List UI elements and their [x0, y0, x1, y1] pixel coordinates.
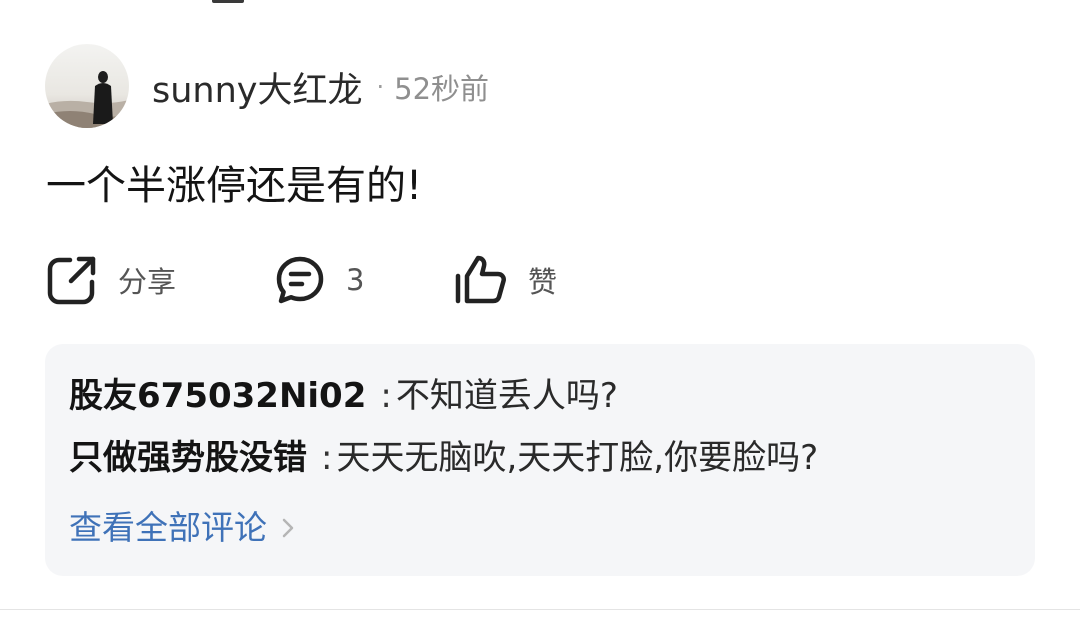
section-divider	[0, 609, 1080, 610]
commenter-name[interactable]: 只做强势股没错	[69, 436, 307, 480]
comment-item[interactable]: 只做强势股没错 : 天天无脑吹,天天打脸,你要脸吗?	[69, 436, 818, 480]
author-avatar[interactable]	[45, 44, 129, 128]
author-name[interactable]: sunny大红龙	[152, 62, 363, 113]
comment-colon: :	[321, 438, 333, 478]
post-meta: sunny大红龙 · 52秒前	[152, 62, 489, 112]
top-edge-fragment	[212, 0, 244, 3]
comment-item[interactable]: 股友675032Ni02 : 不知道丢人吗?	[69, 374, 618, 418]
comment-text: 不知道丢人吗?	[395, 376, 618, 416]
comment-text: 天天无脑吹,天天打脸,你要脸吗?	[336, 438, 819, 478]
commenter-name[interactable]: 股友675032Ni02	[69, 374, 366, 418]
share-label: 分享	[118, 265, 177, 299]
meta-separator: ·	[376, 73, 385, 101]
comments-preview: 股友675032Ni02 : 不知道丢人吗? 只做强势股没错 : 天天无脑吹,天…	[45, 344, 1035, 576]
comment-colon: :	[380, 376, 392, 416]
post-body[interactable]: 一个半涨停还是有的!	[46, 158, 422, 214]
comment-button[interactable]: 3	[274, 250, 364, 310]
like-label: 赞	[528, 265, 558, 299]
avatar-image	[45, 44, 129, 128]
comment-bubble-icon	[274, 254, 326, 306]
share-button[interactable]: 分享	[46, 250, 176, 310]
chevron-right-icon	[267, 516, 295, 540]
thumbs-up-icon	[452, 254, 508, 306]
like-button[interactable]: 赞	[452, 250, 557, 310]
share-icon	[46, 254, 98, 306]
view-all-comments-link[interactable]: 查看全部评论	[69, 506, 295, 550]
comment-count: 3	[346, 263, 365, 297]
post-timestamp: 52秒前	[394, 72, 490, 106]
view-all-comments-label: 查看全部评论	[69, 508, 267, 547]
